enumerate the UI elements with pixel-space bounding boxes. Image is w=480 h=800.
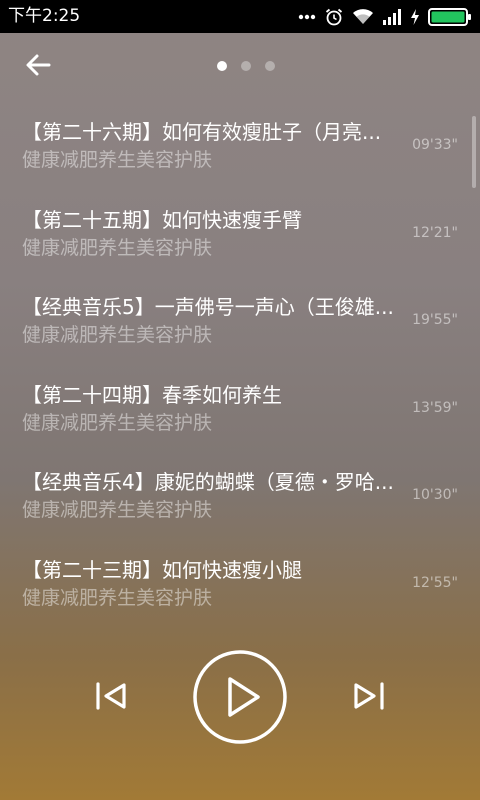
charging-icon [410,8,420,26]
track-title: 【第二十六期】如何有效瘦肚子（月亮... [22,120,382,144]
status-icons [298,4,472,30]
track-title: 【第二十五期】如何快速瘦手臂 [22,207,302,232]
wifi-icon [352,8,374,26]
list-item[interactable]: 【经典音乐4】康妮的蝴蝶（夏德・罗哈... 健康减肥养生美容护肤 10'30" [0,460,480,548]
track-duration: 12'55" [412,574,458,591]
play-button[interactable] [192,649,288,749]
player-controls [0,648,480,748]
alarm-icon [324,7,344,27]
skip-previous-icon [94,682,130,714]
previous-button[interactable] [90,678,134,718]
battery-icon [428,7,472,27]
status-bar: 下午2:25 [0,0,480,33]
track-duration: 13'59" [412,399,458,416]
track-title: 【经典音乐5】一声佛号一声心（王俊雄... [22,295,394,319]
track-title: 【第二十四期】春季如何养生 [22,382,282,407]
page-dot-3[interactable] [265,61,275,71]
track-subtitle: 健康减肥养生美容护肤 [22,411,213,434]
list-item[interactable]: 【第二十四期】春季如何养生 健康减肥养生美容护肤 13'59" [0,373,480,461]
more-dots-icon [298,14,316,20]
signal-icon [382,8,402,26]
track-subtitle: 健康减肥养生美容护肤 [22,499,213,521]
list-item[interactable]: 【第二十六期】如何有效瘦肚子（月亮... 健康减肥养生美容护肤 09'33" [0,110,480,198]
track-title: 【经典音乐4】康妮的蝴蝶（夏德・罗哈... [22,470,394,494]
track-duration: 10'30" [412,487,458,503]
track-duration: 09'33" [412,137,458,153]
list-item[interactable]: 【第二十三期】如何快速瘦小腿 健康减肥养生美容护肤 12'55" [0,548,480,636]
list-item[interactable]: 【经典音乐5】一声佛号一声心（王俊雄... 健康减肥养生美容护肤 19'55" [0,285,480,373]
next-button[interactable] [346,678,390,718]
list-item[interactable]: 【第二十五期】如何快速瘦手臂 健康减肥养生美容护肤 12'21" [0,198,480,286]
track-list: 【第二十六期】如何有效瘦肚子（月亮... 健康减肥养生美容护肤 09'33" 【… [0,110,480,635]
play-icon [192,649,288,749]
track-duration: 19'55" [412,312,458,328]
player-screen: 下午2:25 【第二十六期】如何有效瘦肚子（月亮... 健康减肥养生美容护肤 0… [0,0,480,800]
page-dot-2[interactable] [241,61,251,71]
page-dot-1[interactable] [217,61,227,71]
track-subtitle: 健康减肥养生美容护肤 [22,324,213,346]
scrollbar[interactable] [472,116,476,188]
page-indicator [0,61,480,71]
track-duration: 12'21" [412,224,458,241]
track-subtitle: 健康减肥养生美容护肤 [22,236,213,259]
track-subtitle: 健康减肥养生美容护肤 [22,149,213,171]
status-time: 下午2:25 [8,6,81,26]
skip-next-icon [350,682,386,714]
track-title: 【第二十三期】如何快速瘦小腿 [22,557,302,582]
track-subtitle: 健康减肥养生美容护肤 [22,586,213,609]
